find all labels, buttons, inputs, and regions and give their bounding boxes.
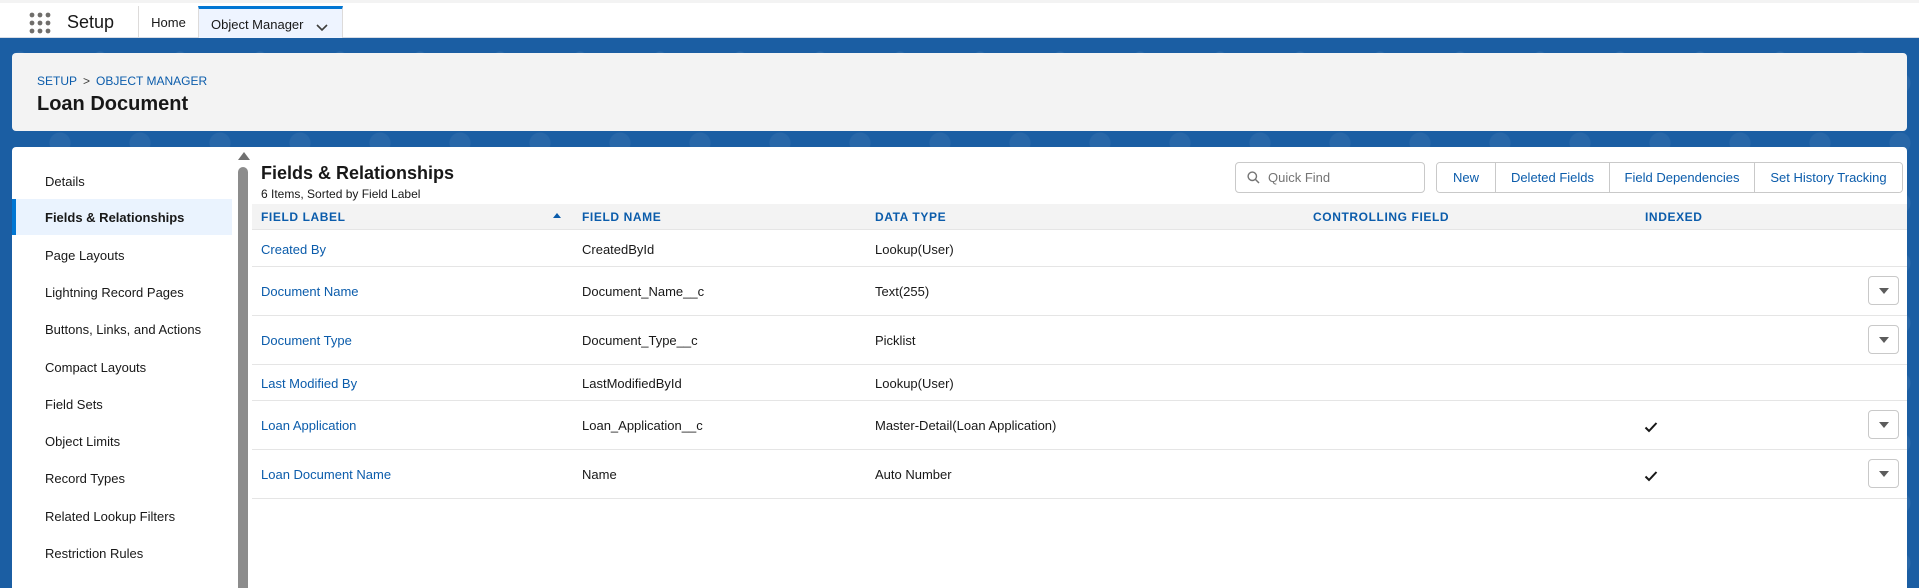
- field-label-link[interactable]: Created By: [261, 242, 326, 257]
- field-data-type: Text(255): [875, 284, 930, 299]
- table-row: Document Type Document_Type__c Picklist: [252, 316, 1907, 365]
- set-history-tracking-button[interactable]: Set History Tracking: [1755, 163, 1902, 192]
- sidebar-item-related-lookup-filters[interactable]: Related Lookup Filters: [12, 498, 232, 534]
- table-row: Loan Document Name Name Auto Number: [252, 450, 1907, 499]
- sidebar-item-object-limits[interactable]: Object Limits: [12, 423, 232, 459]
- sidebar-item-page-layouts[interactable]: Page Layouts: [12, 237, 232, 273]
- sidebar-item-label: Buttons, Links, and Actions: [45, 321, 202, 337]
- chevron-down-icon: [1879, 288, 1889, 294]
- row-actions-button[interactable]: [1868, 410, 1899, 439]
- sidebar-item-record-types[interactable]: Record Types: [12, 460, 232, 496]
- column-header-field-name[interactable]: FIELD NAME: [582, 210, 661, 224]
- field-data-type: Lookup(User): [875, 242, 954, 257]
- sidebar-item-label: Related Lookup Filters: [45, 508, 176, 524]
- field-data-type: Master-Detail(Loan Application): [875, 418, 1057, 433]
- column-header-data-type[interactable]: DATA TYPE: [875, 210, 946, 224]
- field-label-link[interactable]: Loan Document Name: [261, 467, 391, 482]
- breadcrumb-separator: >: [83, 74, 91, 88]
- chevron-down-icon: [1879, 422, 1889, 428]
- sidebar-item-lightning-record-pages[interactable]: Lightning Record Pages: [12, 274, 232, 310]
- tab-object-manager-label: Object Manager: [211, 16, 304, 32]
- sidebar-item-label: Fields & Relationships: [45, 209, 185, 225]
- field-label-link[interactable]: Loan Application: [261, 418, 356, 433]
- row-actions-button[interactable]: [1868, 325, 1899, 354]
- field-dependencies-button[interactable]: Field Dependencies: [1610, 163, 1755, 192]
- sort-ascending-icon[interactable]: [553, 213, 561, 218]
- column-header-controlling-field[interactable]: CONTROLLING FIELD: [1313, 210, 1449, 224]
- column-header-field-label[interactable]: FIELD LABEL: [261, 210, 346, 224]
- indexed-check-icon: [1644, 469, 1658, 487]
- breadcrumb-object-manager[interactable]: OBJECT MANAGER: [96, 74, 207, 88]
- sidebar-item-label: Details: [45, 173, 85, 189]
- breadcrumb: SETUP > OBJECT MANAGER: [37, 74, 207, 88]
- chevron-down-icon[interactable]: [316, 20, 328, 35]
- deleted-fields-button[interactable]: Deleted Fields: [1496, 163, 1610, 192]
- field-data-type: Auto Number: [875, 467, 952, 482]
- field-label-link[interactable]: Document Type: [261, 333, 352, 348]
- field-api-name: Document_Type__c: [582, 333, 698, 348]
- field-api-name: Name: [582, 467, 617, 482]
- table-row: Last Modified By LastModifiedById Lookup…: [252, 365, 1907, 401]
- sidebar-item-label: Restriction Rules: [45, 545, 144, 561]
- sidebar-item-label: Object Limits: [45, 433, 121, 449]
- scroll-up-arrow-icon[interactable]: [238, 152, 250, 160]
- sidebar-item-fields-relationships[interactable]: Fields & Relationships: [12, 199, 232, 235]
- search-icon: [1247, 171, 1260, 184]
- tab-home-label: Home: [151, 15, 186, 30]
- indexed-check-icon: [1644, 420, 1658, 438]
- sidebar-item-label: Lightning Record Pages: [45, 284, 184, 300]
- fields-content: Fields & Relationships 6 Items, Sorted b…: [252, 147, 1907, 588]
- sidebar-item-label: Record Types: [45, 470, 125, 486]
- main-panel: Details Fields & Relationships Page Layo…: [12, 147, 1907, 588]
- app-launcher-icon[interactable]: [29, 12, 51, 34]
- sidebar-scrollbar[interactable]: [236, 147, 250, 588]
- action-button-group: New Deleted Fields Field Dependencies Se…: [1436, 162, 1903, 193]
- page-title: Loan Document: [37, 93, 189, 115]
- table-row: Loan Application Loan_Application__c Mas…: [252, 401, 1907, 450]
- chevron-down-icon: [1879, 337, 1889, 343]
- sidebar: Details Fields & Relationships Page Layo…: [12, 147, 234, 588]
- sidebar-item-details[interactable]: Details: [12, 163, 232, 199]
- column-header-indexed[interactable]: INDEXED: [1645, 210, 1703, 224]
- table-row: Created By CreatedById Lookup(User): [252, 230, 1907, 267]
- sidebar-item-restriction-rules[interactable]: Restriction Rules: [12, 535, 232, 571]
- breadcrumb-setup[interactable]: SETUP: [37, 74, 77, 88]
- chevron-down-icon: [1879, 471, 1889, 477]
- row-actions-button[interactable]: [1868, 459, 1899, 488]
- sidebar-item-label: Page Layouts: [45, 247, 125, 263]
- sidebar-item-label: Compact Layouts: [45, 359, 147, 375]
- new-button[interactable]: New: [1437, 163, 1496, 192]
- sidebar-item-compact-layouts[interactable]: Compact Layouts: [12, 349, 232, 385]
- field-data-type: Picklist: [875, 333, 916, 348]
- sidebar-item-buttons-links-actions[interactable]: Buttons, Links, and Actions: [12, 311, 232, 347]
- field-api-name: Document_Name__c: [582, 284, 705, 299]
- quick-find-box[interactable]: [1235, 162, 1425, 193]
- quick-find-input[interactable]: [1266, 169, 1420, 186]
- table-row: Document Name Document_Name__c Text(255): [252, 267, 1907, 316]
- field-data-type: Lookup(User): [875, 376, 954, 391]
- field-label-link[interactable]: Document Name: [261, 284, 359, 299]
- section-title: Fields & Relationships: [261, 163, 455, 183]
- global-nav: Setup Home Object Manager: [0, 0, 1919, 39]
- tab-home[interactable]: Home: [138, 6, 198, 39]
- sidebar-item-label: Field Sets: [45, 396, 103, 412]
- tab-object-manager[interactable]: Object Manager: [198, 6, 343, 39]
- table-header: FIELD LABEL FIELD NAME DATA TYPE CONTROL…: [252, 204, 1907, 230]
- field-label-link[interactable]: Last Modified By: [261, 376, 357, 391]
- app-name: Setup: [67, 12, 115, 32]
- row-actions-button[interactable]: [1868, 276, 1899, 305]
- field-api-name: Loan_Application__c: [582, 418, 703, 433]
- section-subtitle: 6 Items, Sorted by Field Label: [261, 187, 421, 201]
- page-header: SETUP > OBJECT MANAGER Loan Document: [12, 53, 1907, 131]
- field-api-name: CreatedById: [582, 242, 655, 257]
- sidebar-item-field-sets[interactable]: Field Sets: [12, 386, 232, 422]
- scrollbar-thumb[interactable]: [238, 167, 248, 588]
- field-api-name: LastModifiedById: [582, 376, 682, 391]
